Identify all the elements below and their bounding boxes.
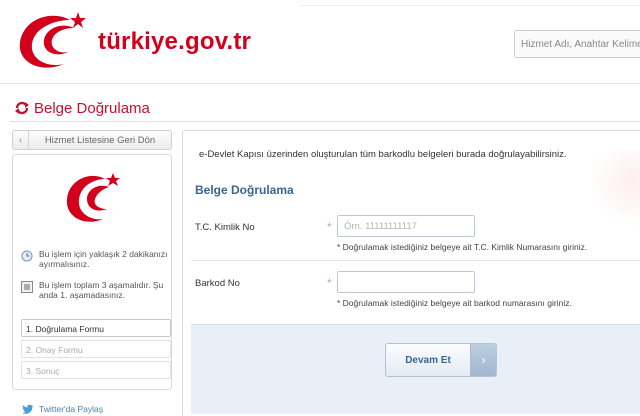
title-divider [10,121,640,122]
site-header: türkiye.gov.tr Hizmet Adı, Anahtar Kelim… [0,0,640,84]
duration-text: Bu işlem için yaklaşık 2 dakikanızı ayır… [39,249,168,269]
brand-wordmark[interactable]: türkiye.gov.tr [98,28,251,56]
arrow-right-icon: › [470,344,496,376]
barkod-required-mark: * [327,276,332,290]
search-input[interactable]: Hizmet Adı, Anahtar Kelime, [514,30,640,58]
chevron-left-icon: ‹ [13,131,29,149]
twitter-icon [22,404,33,414]
list-icon [21,281,33,293]
tc-required-mark: * [327,220,332,234]
back-to-services-button[interactable]: ‹ Hizmet Listesine Geri Dön [12,130,172,150]
verification-form-panel: e-Devlet Kapısı üzerinden oluşturulan tü… [182,130,640,416]
turkiye-logo-icon[interactable] [12,6,92,76]
twitter-share-label: Twitter'da Paylaş [39,404,103,414]
back-button-label: Hizmet Listesine Geri Dön [44,134,156,146]
continue-button-label: Devam Et [405,354,451,366]
twitter-share-link[interactable]: Twitter'da Paylaş [22,404,103,414]
barkod-input[interactable] [337,271,475,293]
steps-text: Bu işlem toplam 3 aşamalıdır. Şu anda 1.… [39,280,164,300]
steps-info: Bu işlem toplam 3 aşamalıdır. Şu anda 1.… [21,280,171,300]
step-list: 1. Doğrulama Formu 2. Onay Formu 3. Sonu… [21,319,171,382]
process-info-panel: Bu işlem için yaklaşık 2 dakikanızı ayır… [12,154,172,390]
row-divider [191,260,640,261]
barkod-label: Barkod No [195,278,240,289]
crescent-star-logo-icon [66,173,120,222]
clock-icon [21,250,33,262]
refresh-document-icon [15,101,29,115]
tc-label: T.C. Kimlik No [195,222,255,233]
top-strip [300,0,640,6]
barkod-hint: * Doğrulamak istediğiniz belgeye ait bar… [337,298,572,308]
duration-info: Bu işlem için yaklaşık 2 dakikanızı ayır… [21,249,171,269]
step-item-3: 3. Sonuç [21,361,171,379]
form-title: Belge Doğrulama [195,183,294,197]
step-item-2: 2. Onay Formu [21,340,171,358]
decorative-watermark [592,150,640,230]
tc-hint: * Doğrulamak istediğiniz belgeye ait T.C… [337,242,588,252]
page-title-text: Belge Doğrulama [34,99,150,117]
page-title: Belge Doğrulama [14,98,150,118]
continue-button[interactable]: Devam Et › [385,343,497,377]
intro-text: e-Devlet Kapısı üzerinden oluşturulan tü… [199,149,567,160]
step-item-1: 1. Doğrulama Formu [21,319,171,337]
tc-kimlik-input[interactable] [337,215,475,237]
